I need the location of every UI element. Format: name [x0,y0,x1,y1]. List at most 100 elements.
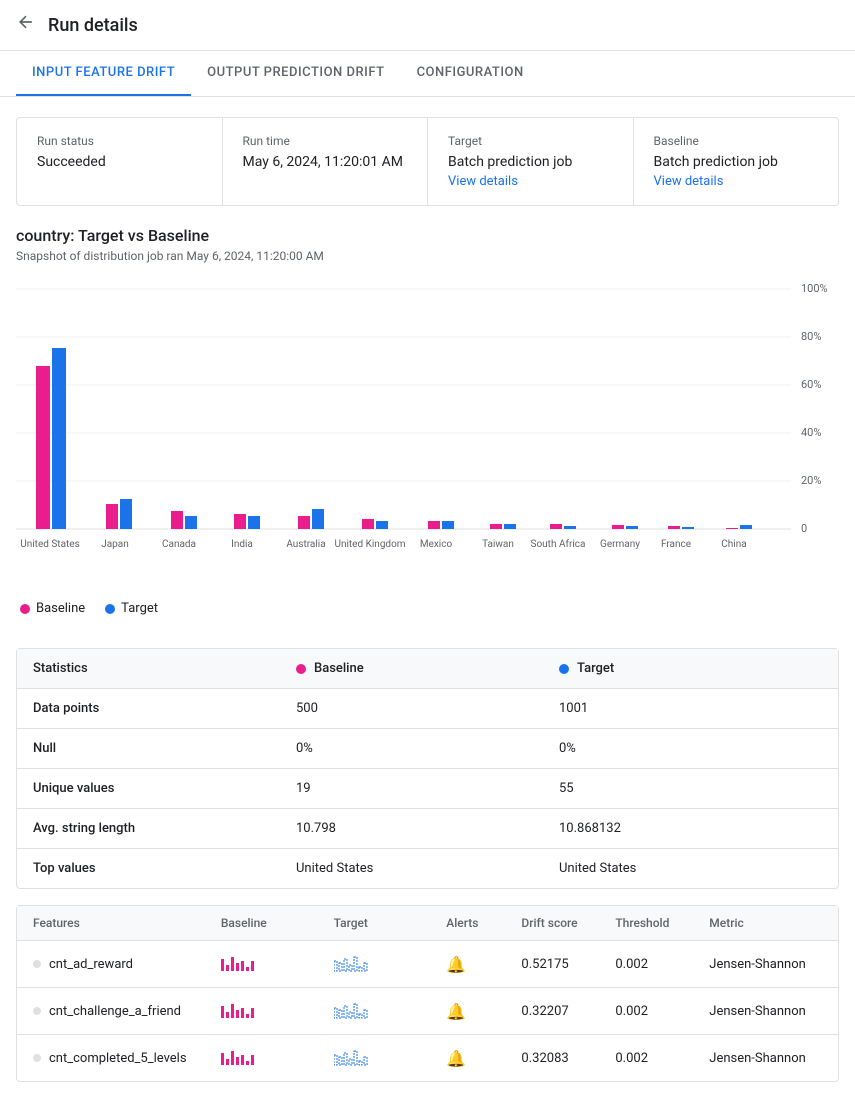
legend-baseline: Baseline [20,601,85,616]
feature-threshold: 0.002 [615,1051,709,1066]
svg-text:United States: United States [20,539,80,550]
stat-row: Top values United States United States [17,849,838,888]
svg-text:20%: 20% [801,474,821,487]
svg-text:Canada: Canada [162,539,196,550]
feature-metric: Jensen-Shannon [709,1051,822,1066]
stat-row: Null 0% 0% [17,729,838,769]
run-time-label: Run time [243,134,408,148]
features-col-drift-score: Drift score [521,916,615,930]
feature-name: cnt_challenge_a_friend [33,1004,221,1019]
stats-baseline-header: Baseline [296,661,559,676]
svg-text:80%: 80% [801,330,821,343]
stat-row: Data points 500 1001 [17,689,838,729]
features-col-target: Target [334,916,447,930]
stats-target-header: Target [559,661,822,676]
svg-text:India: India [231,539,253,550]
feature-row: cnt_challenge_a_friend 🔔 0.32207 0.002 J… [17,988,838,1035]
feature-drift-score: 0.32207 [521,1004,615,1019]
page-title: Run details [48,15,138,36]
run-status-value: Succeeded [37,154,202,170]
svg-text:South Africa: South Africa [531,538,586,550]
legend-target: Target [105,601,158,616]
features-table: Features Baseline Target Alerts Drift sc… [16,905,839,1082]
stat-target-value: 0% [559,741,822,756]
feature-baseline-chart [221,951,334,977]
feature-alert-icon: 🔔 [446,1049,521,1068]
run-info-panel: Run status Succeeded Run time May 6, 202… [16,117,839,206]
stat-baseline-value: 500 [296,701,559,716]
tabs-bar: INPUT FEATURE DRIFT OUTPUT PREDICTION DR… [0,51,855,97]
feature-row: cnt_ad_reward 🔔 0.52175 0.002 Jensen-Sha… [17,941,838,988]
back-button[interactable] [16,12,36,38]
svg-text:Australia: Australia [286,539,325,550]
feature-dot-icon [33,1007,41,1015]
stat-label: Unique values [33,781,296,796]
svg-text:60%: 60% [801,378,821,391]
feature-dot-icon [33,960,41,968]
svg-text:Japan: Japan [101,539,129,550]
tab-input-feature-drift[interactable]: INPUT FEATURE DRIFT [16,51,191,96]
stat-baseline-value: 10.798 [296,821,559,836]
stat-label: Null [33,741,296,756]
feature-alert-icon: 🔔 [446,1002,521,1021]
stat-label: Top values [33,861,296,876]
baseline-view-details-link[interactable]: View details [654,174,819,189]
baseline-cell: Baseline Batch prediction job View detai… [634,118,839,205]
baseline-value: Batch prediction job [654,154,819,170]
feature-threshold: 0.002 [615,1004,709,1019]
chart-title: country: Target vs Baseline [16,226,839,245]
features-col-baseline: Baseline [221,916,334,930]
stat-row: Avg. string length 10.798 10.868132 [17,809,838,849]
features-col-metric: Metric [709,916,822,930]
svg-text:Taiwan: Taiwan [482,539,514,550]
baseline-dot-icon [20,604,30,614]
svg-text:Germany: Germany [600,539,640,550]
feature-metric: Jensen-Shannon [709,957,822,972]
svg-text:100%: 100% [801,282,828,295]
stats-target-dot-icon [559,664,569,674]
stat-target-value: 10.868132 [559,821,822,836]
feature-target-chart [334,998,447,1024]
feature-dot-icon [33,1054,41,1062]
features-col-threshold: Threshold [615,916,709,930]
stat-target-value: United States [559,861,822,876]
stat-baseline-value: 19 [296,781,559,796]
svg-text:0: 0 [801,522,807,535]
stat-baseline-value: 0% [296,741,559,756]
feature-threshold: 0.002 [615,957,709,972]
feature-name: cnt_completed_5_levels [33,1051,221,1066]
feature-baseline-chart [221,998,334,1024]
stat-label: Avg. string length [33,821,296,836]
features-col-features: Features [33,916,221,930]
run-status-label: Run status [37,134,202,148]
stats-col-header: Statistics [33,661,296,676]
target-label: Target [448,134,613,148]
stat-baseline-value: United States [296,861,559,876]
target-value: Batch prediction job [448,154,613,170]
feature-target-chart [334,951,447,977]
stat-label: Data points [33,701,296,716]
chart-legend: Baseline Target [16,601,839,616]
chart-section: country: Target vs Baseline Snapshot of … [0,226,855,632]
run-time-cell: Run time May 6, 2024, 11:20:01 AM [223,118,429,205]
feature-metric: Jensen-Shannon [709,1004,822,1019]
features-col-alerts: Alerts [446,916,521,930]
feature-drift-score: 0.32083 [521,1051,615,1066]
tab-configuration[interactable]: CONFIGURATION [401,51,540,96]
chart-svg-container: 100% 80% 60% 40% 20% 0 United States Jap… [16,279,839,593]
feature-drift-score: 0.52175 [521,957,615,972]
svg-text:Mexico: Mexico [420,539,453,550]
baseline-label: Baseline [654,134,819,148]
run-time-value: May 6, 2024, 11:20:01 AM [243,154,408,170]
svg-text:France: France [661,539,691,550]
statistics-table-header: Statistics Baseline Target [17,649,838,689]
svg-text:United Kingdom: United Kingdom [334,539,405,550]
target-view-details-link[interactable]: View details [448,174,613,189]
feature-row: cnt_completed_5_levels 🔔 0.32083 0.002 J… [17,1035,838,1081]
feature-rows: cnt_ad_reward 🔔 0.52175 0.002 Jensen-Sha… [17,941,838,1081]
statistics-rows: Data points 500 1001 Null 0% 0% Unique v… [17,689,838,888]
tab-output-prediction-drift[interactable]: OUTPUT PREDICTION DRIFT [191,51,400,96]
stat-target-value: 1001 [559,701,822,716]
stat-target-value: 55 [559,781,822,796]
statistics-table: Statistics Baseline Target Data points 5… [16,648,839,889]
